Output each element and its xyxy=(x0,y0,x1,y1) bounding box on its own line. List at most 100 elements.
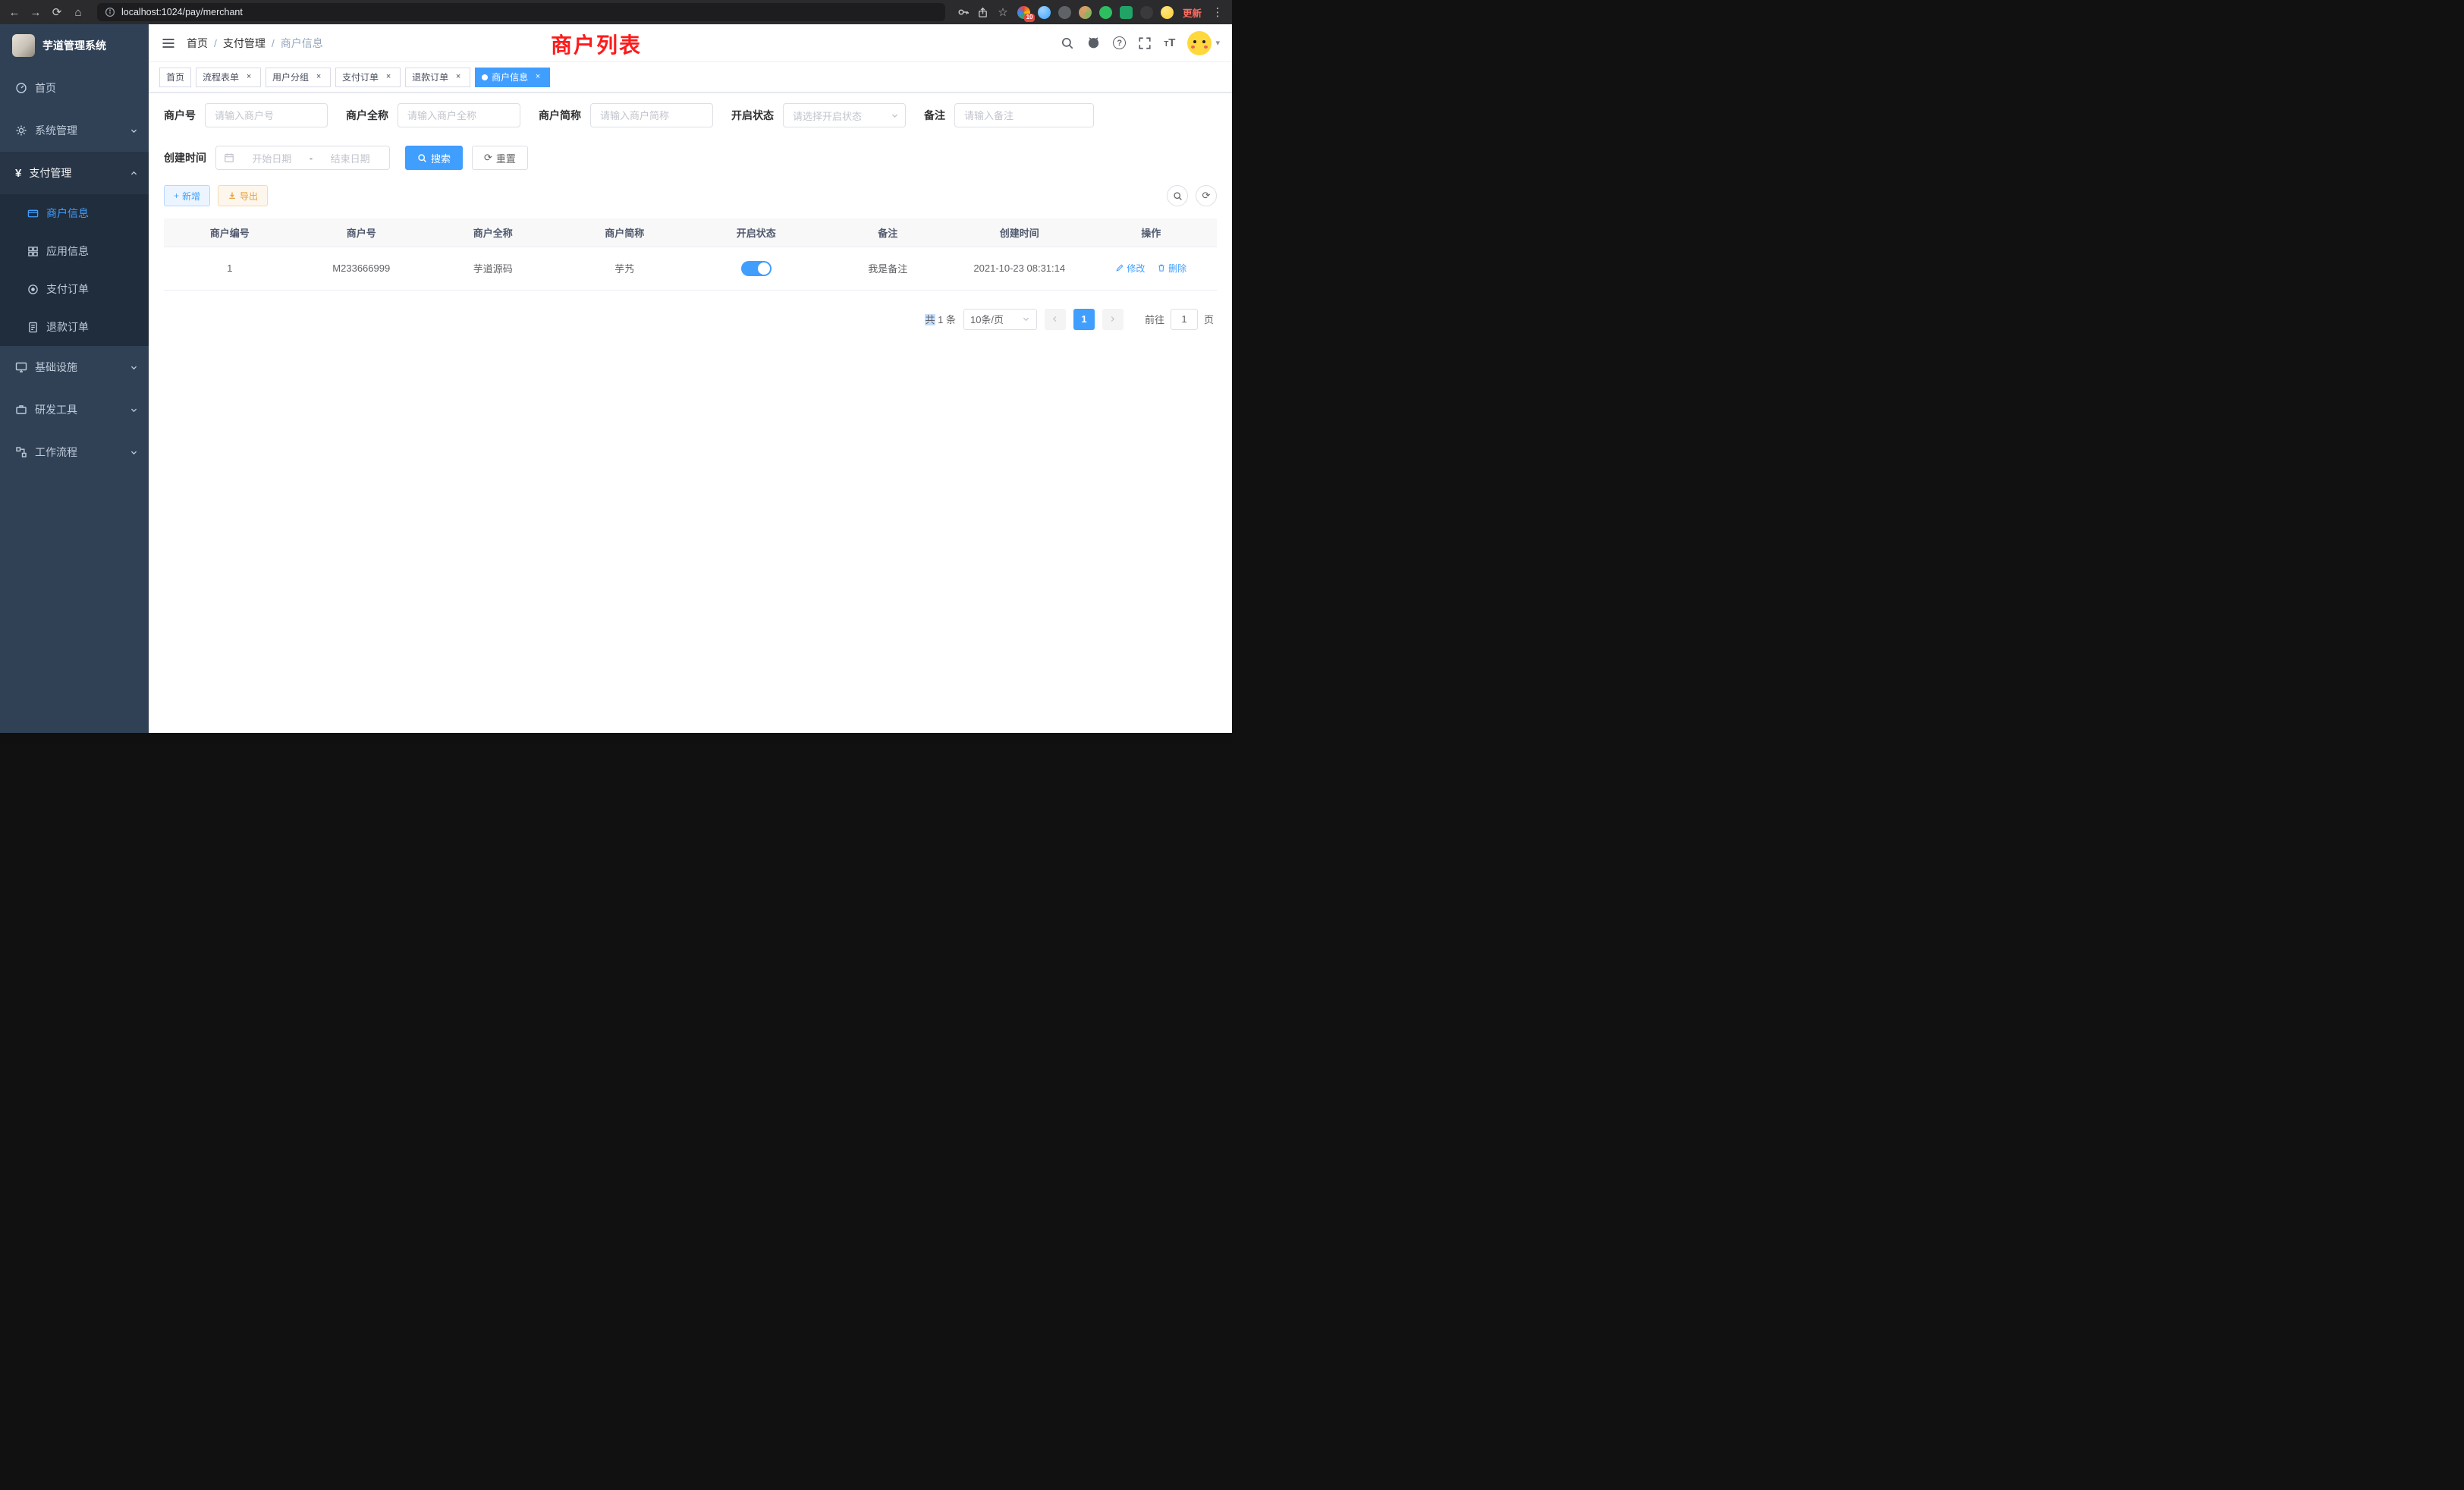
sidebar-item-home[interactable]: 首页 xyxy=(0,67,149,109)
app-logo[interactable]: 芋道管理系统 xyxy=(0,24,149,67)
sidebar-item-merchant-info[interactable]: 商户信息 xyxy=(0,194,149,232)
next-page-button[interactable] xyxy=(1102,309,1124,330)
merchant-table: 商户编号 商户号 商户全称 商户简称 开启状态 备注 创建时间 操作 1 xyxy=(164,218,1217,291)
col-full-name: 商户全称 xyxy=(427,218,559,247)
extension-grid-icon[interactable]: 10 xyxy=(1017,6,1030,19)
page-1-button[interactable]: 1 xyxy=(1073,309,1095,330)
add-button[interactable]: + 新增 xyxy=(164,185,210,206)
tab-close-icon[interactable]: × xyxy=(313,72,324,83)
home-icon[interactable]: ⌂ xyxy=(71,7,85,18)
sidebar-item-label: 首页 xyxy=(35,80,56,96)
tab-close-icon[interactable]: × xyxy=(453,72,464,83)
fullscreen-icon[interactable] xyxy=(1138,36,1152,50)
search-button[interactable]: 搜索 xyxy=(405,146,463,170)
tags-view-bar: 首页 流程表单 × 用户分组 × 支付订单 × 退款订单 × xyxy=(149,62,1232,93)
sidebar-item-payment-orders[interactable]: 支付订单 xyxy=(0,270,149,308)
sidebar-item-payment[interactable]: ¥ 支付管理 xyxy=(0,152,149,194)
filter-row-2: 创建时间 开始日期 - 结束日期 xyxy=(164,146,1217,170)
reload-icon[interactable]: ⟳ xyxy=(50,7,64,18)
chevron-right-icon xyxy=(1108,315,1117,323)
search-icon xyxy=(417,153,427,163)
refresh-table-button[interactable]: ⟳ xyxy=(1196,185,1217,206)
notes-extension-icon[interactable] xyxy=(1120,6,1133,19)
full-name-label: 商户全称 xyxy=(346,108,388,123)
user-menu[interactable]: ▾ xyxy=(1187,31,1220,55)
export-button[interactable]: 导出 xyxy=(218,185,268,206)
goto-page-input[interactable] xyxy=(1171,309,1198,330)
tab-close-icon[interactable]: × xyxy=(244,72,254,83)
sidebar-item-dev-tools[interactable]: 研发工具 xyxy=(0,388,149,431)
toggle-search-button[interactable] xyxy=(1167,185,1188,206)
short-name-input[interactable] xyxy=(590,103,713,127)
total-prefix: 共 xyxy=(925,314,935,325)
breadcrumb-separator: / xyxy=(214,37,217,49)
delete-button[interactable]: 删除 xyxy=(1157,262,1186,275)
share-icon[interactable] xyxy=(977,7,988,18)
user-avatar xyxy=(1187,31,1212,55)
cell-create-time: 2021-10-23 08:31:14 xyxy=(954,247,1086,290)
url-bar[interactable]: localhost:1024/pay/merchant xyxy=(97,3,945,21)
tab-close-icon[interactable]: × xyxy=(533,72,543,83)
tab-payment-orders[interactable]: 支付订单 × xyxy=(335,68,401,87)
create-time-label: 创建时间 xyxy=(164,150,206,165)
page-content: 商户号 商户全称 商户简称 开启状态 请选择开启状态 xyxy=(149,93,1232,733)
back-icon[interactable]: ← xyxy=(8,7,21,18)
font-size-large: T xyxy=(1168,36,1175,49)
toolbar-right: ⟳ xyxy=(1167,185,1217,206)
password-key-icon[interactable] xyxy=(957,6,970,18)
search-icon[interactable] xyxy=(1061,36,1074,50)
browser-update-button[interactable]: 更新 xyxy=(1181,5,1203,20)
status-toggle[interactable] xyxy=(741,261,772,276)
full-name-input[interactable] xyxy=(398,103,520,127)
green-circle-extension-icon[interactable] xyxy=(1099,6,1112,19)
document-icon xyxy=(27,322,39,333)
prev-page-button[interactable] xyxy=(1045,309,1066,330)
edit-button[interactable]: 修改 xyxy=(1115,262,1145,275)
reset-button[interactable]: ⟳ 重置 xyxy=(472,146,528,170)
tab-close-icon[interactable]: × xyxy=(383,72,394,83)
tab-merchant-info[interactable]: 商户信息 × xyxy=(475,68,550,87)
breadcrumb-section[interactable]: 支付管理 xyxy=(223,36,266,51)
tab-process-form[interactable]: 流程表单 × xyxy=(196,68,261,87)
sidebar-item-refund-orders[interactable]: 退款订单 xyxy=(0,308,149,346)
tab-home[interactable]: 首页 xyxy=(159,68,191,87)
pinwheel-extension-icon[interactable] xyxy=(1140,6,1153,19)
cell-short-name: 芋艿 xyxy=(559,247,691,290)
tab-user-group[interactable]: 用户分组 × xyxy=(266,68,331,87)
navbar-actions: ? TT ▾ xyxy=(1061,31,1220,55)
tab-label: 退款订单 xyxy=(412,71,448,83)
help-icon[interactable]: ? xyxy=(1113,36,1126,49)
chevron-down-icon xyxy=(130,448,138,457)
col-status: 开启状态 xyxy=(690,218,822,247)
tab-refund-orders[interactable]: 退款订单 × xyxy=(405,68,470,87)
page-size-select[interactable]: 10条/页 xyxy=(963,309,1037,330)
site-info-icon[interactable] xyxy=(105,7,115,17)
hamburger-icon[interactable] xyxy=(161,36,176,51)
sidebar-item-system[interactable]: 系统管理 xyxy=(0,109,149,152)
breadcrumb-separator: / xyxy=(272,37,275,49)
status-select[interactable]: 请选择开启状态 xyxy=(783,103,906,127)
sidebar-item-label: 应用信息 xyxy=(46,244,89,259)
create-time-range-picker[interactable]: 开始日期 - 结束日期 xyxy=(215,146,390,170)
url-text: localhost:1024/pay/merchant xyxy=(121,7,243,17)
sidebar-item-infrastructure[interactable]: 基础设施 xyxy=(0,346,149,388)
forward-icon[interactable]: → xyxy=(29,7,42,18)
remark-input[interactable] xyxy=(954,103,1094,127)
avatar-extension-icon[interactable] xyxy=(1079,6,1092,19)
bookmark-star-icon[interactable]: ☆ xyxy=(996,7,1010,18)
github-icon[interactable] xyxy=(1086,36,1101,50)
font-size-icon[interactable]: TT xyxy=(1164,36,1175,50)
cell-merchant-no: M233666999 xyxy=(296,247,428,290)
dark-circle-extension-icon[interactable] xyxy=(1058,6,1071,19)
sidebar-item-workflow[interactable]: 工作流程 xyxy=(0,431,149,473)
merchant-no-input[interactable] xyxy=(205,103,328,127)
goto-page: 前往 页 xyxy=(1145,309,1214,330)
app-window: 芋道管理系统 首页 系统管理 xyxy=(0,24,1232,733)
goto-prefix: 前往 xyxy=(1145,312,1164,326)
water-drop-extension-icon[interactable] xyxy=(1038,6,1051,19)
pagination: 共 1 条 10条/页 1 前往 xyxy=(164,309,1217,330)
browser-menu-icon[interactable]: ⋮ xyxy=(1211,7,1224,18)
emoji-extension-icon[interactable] xyxy=(1161,6,1174,19)
breadcrumb-home[interactable]: 首页 xyxy=(187,36,208,51)
sidebar-item-app-info[interactable]: 应用信息 xyxy=(0,232,149,270)
